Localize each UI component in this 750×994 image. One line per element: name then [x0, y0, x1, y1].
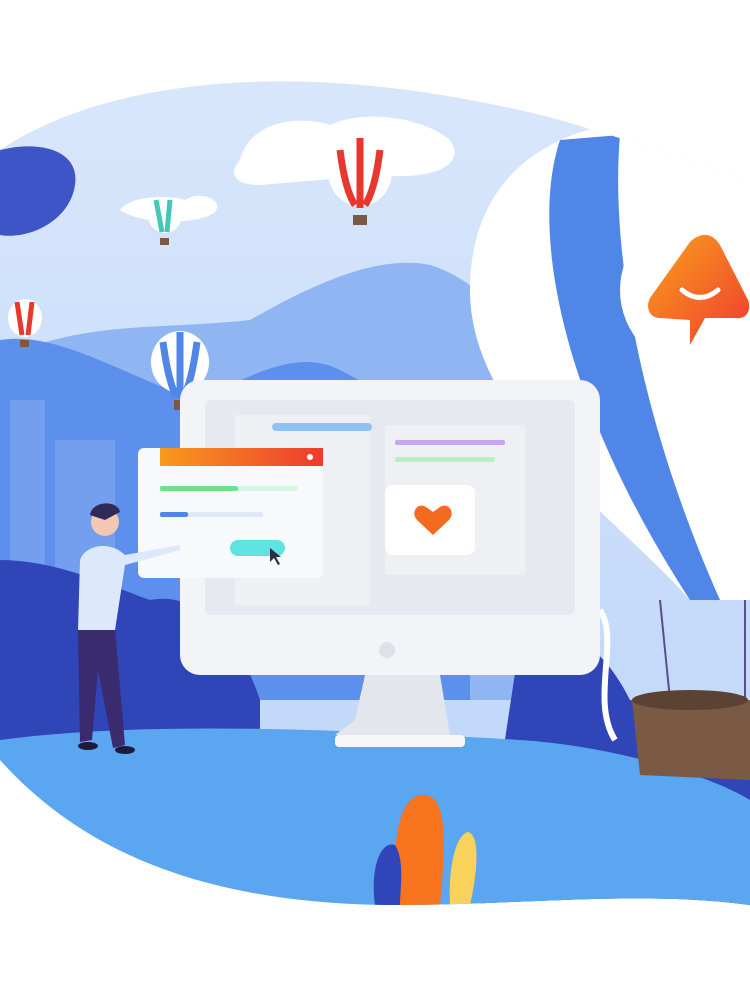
popup-window: [138, 448, 323, 578]
basket: [632, 700, 750, 780]
illustration: [0, 81, 750, 905]
